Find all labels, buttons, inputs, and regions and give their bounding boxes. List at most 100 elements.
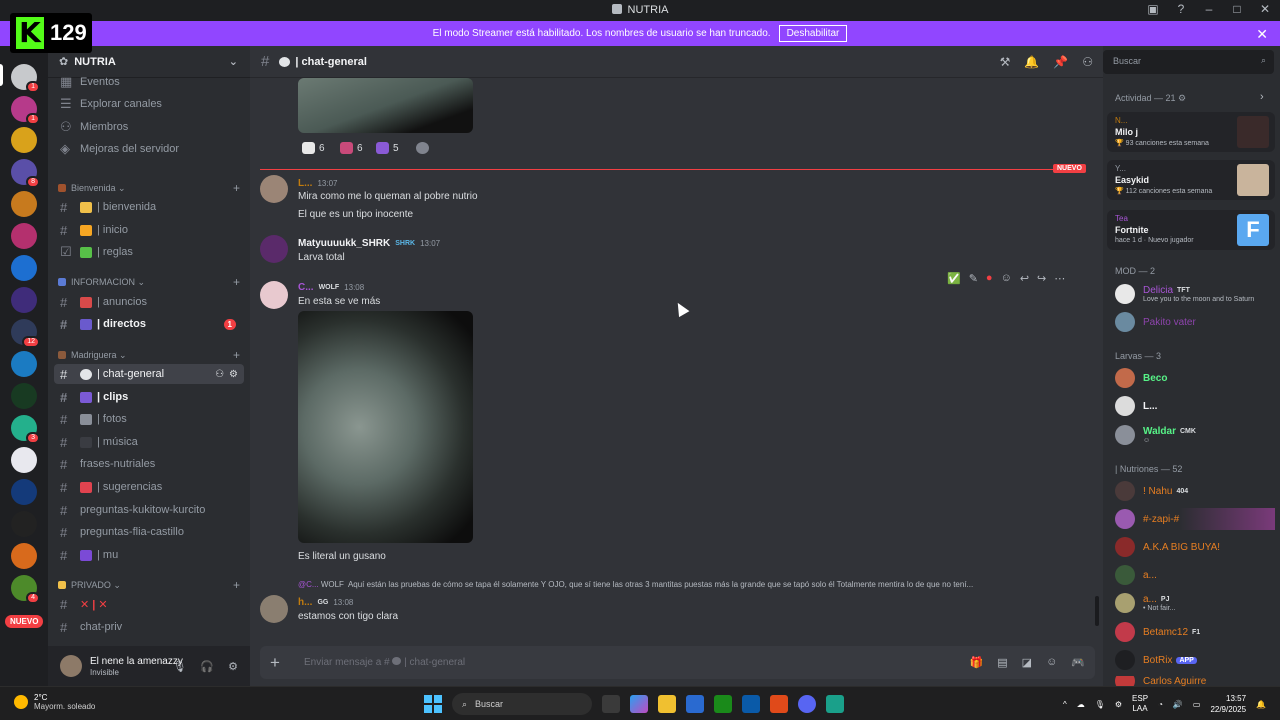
activity-card[interactable]: N... Milo j 🏆 93 canciones esta semana (1107, 112, 1275, 152)
category-bienvenida[interactable]: Bienvenida ⌄ + (58, 180, 242, 196)
message-author[interactable]: Matyuuuukk_SHRK SHRK 13:07 (298, 238, 440, 249)
events-item[interactable]: ▦ Eventos (54, 72, 244, 92)
inbox-icon[interactable]: ▣ (1146, 2, 1160, 16)
server-icon[interactable] (11, 223, 37, 249)
message-image[interactable] (298, 311, 473, 543)
threads-icon[interactable]: ⚒ (1000, 55, 1011, 69)
channel-reglas[interactable]: ☑ | reglas (54, 242, 244, 262)
category-madriguera[interactable]: Madriguera ⌄ + (58, 347, 242, 363)
search-input[interactable]: Buscar ⌕ (1103, 50, 1274, 74)
maximize-button[interactable]: □ (1230, 2, 1244, 16)
channel-mu[interactable]: # | mu (54, 545, 244, 565)
member-item[interactable]: BotRix APP (1115, 649, 1277, 671)
app-icon[interactable] (826, 695, 844, 713)
upload-plus-icon[interactable]: + (270, 653, 290, 673)
server-icon[interactable]: 3 (11, 415, 40, 444)
microphone-icon[interactable]: 🎙 (172, 660, 186, 673)
add-reaction-icon[interactable] (416, 142, 429, 154)
channel-fotos[interactable]: # | fotos (54, 409, 244, 429)
avatar[interactable] (260, 595, 288, 623)
channel-anuncios[interactable]: # | anuncios (54, 292, 244, 312)
chevron-up-icon[interactable]: ^ (1063, 700, 1067, 709)
message-author[interactable]: h... GG 13:08 (298, 597, 353, 608)
channel-chat-general[interactable]: # | chat-general ⚇ ⚙ (54, 364, 244, 384)
channel-sugerencias[interactable]: # | sugerencias (54, 477, 244, 497)
member-item[interactable]: Delicia TFT Love you to the moon and to Sa… (1115, 283, 1277, 305)
add-channel-icon[interactable]: + (233, 578, 240, 592)
pencil-reaction-icon[interactable]: ✎ (969, 272, 978, 285)
server-icon[interactable] (11, 383, 37, 409)
angry-reaction-icon[interactable]: ● (986, 272, 993, 285)
add-channel-icon[interactable]: + (233, 348, 240, 362)
member-item[interactable]: Waldar CMK ☺ (1115, 424, 1277, 446)
message-composer[interactable]: + Enviar mensaje a # | chat-general 🎁 ▤ … (260, 646, 1095, 679)
close-window-button[interactable]: ✕ (1258, 2, 1272, 16)
member-list-icon[interactable]: ⚇ (1082, 55, 1093, 69)
sticker-icon[interactable]: ◪ (1022, 656, 1032, 669)
notification-bell-icon[interactable]: 🔔 (1024, 55, 1039, 69)
clock[interactable]: 13:57 22/9/2025 (1210, 693, 1246, 715)
server-icon[interactable]: 1 (11, 96, 40, 125)
server-icon[interactable] (11, 447, 37, 473)
check-reaction-icon[interactable]: ✅ (947, 272, 961, 285)
server-icon[interactable] (11, 127, 37, 153)
message-list[interactable]: 6 6 5 NUEVO L... 13:07 Mira como me lo qu… (250, 78, 1103, 638)
avatar[interactable] (260, 235, 288, 263)
server-icon-nutria[interactable]: 1 (11, 64, 40, 93)
avatar[interactable] (260, 175, 288, 203)
reaction-3[interactable]: 5 (376, 142, 399, 154)
member-item[interactable]: Betamc12 F1 (1115, 621, 1277, 643)
server-icon[interactable]: 4 (11, 575, 40, 604)
reaction-1[interactable]: 6 (302, 142, 325, 154)
activity-card[interactable]: Y... Easykid 🏆 112 canciones esta semana (1107, 160, 1275, 200)
browse-channels-item[interactable]: ☰ Explorar canales (54, 94, 244, 114)
member-item[interactable]: Carlos Aguirre (1115, 676, 1277, 686)
help-icon[interactable]: ? (1174, 2, 1188, 16)
user-avatar[interactable] (60, 655, 82, 677)
add-reaction-icon[interactable]: ☺ (1001, 272, 1012, 285)
weather-widget[interactable]: 2°C Mayorm. soleado (14, 693, 95, 711)
member-item[interactable]: Beco (1115, 367, 1277, 389)
server-boosts-item[interactable]: ◈ Mejoras del servidor (54, 139, 244, 159)
discord-icon[interactable] (798, 695, 816, 713)
mic-icon[interactable]: 🎙 (1095, 700, 1105, 709)
server-icon[interactable] (11, 191, 37, 217)
store-icon[interactable] (686, 695, 704, 713)
scrollbar-thumb[interactable] (1095, 596, 1099, 626)
task-view-icon[interactable] (602, 695, 620, 713)
member-item[interactable]: A.K.A BIG BUYA! (1115, 536, 1277, 558)
message-image[interactable] (298, 78, 473, 133)
category-informacion[interactable]: INFORMACION ⌄ + (58, 274, 242, 290)
channel-preguntas-kukitow[interactable]: # preguntas-kukitow-kurcito (54, 500, 244, 520)
add-channel-icon[interactable]: + (233, 181, 240, 195)
member-item[interactable]: Pakito vater (1115, 311, 1277, 333)
member-item[interactable]: a... PJ • Not fair... (1115, 592, 1277, 614)
activity-card[interactable]: Tea Fortnite hace 1 d · Nuevo jugador F (1107, 210, 1275, 250)
brave-browser-icon[interactable] (770, 695, 788, 713)
member-item[interactable]: L... (1115, 395, 1277, 417)
server-icon[interactable] (11, 543, 37, 569)
user-settings-icon[interactable]: ⚙ (228, 660, 238, 673)
avatar[interactable] (260, 281, 288, 309)
close-banner-icon[interactable]: ✕ (1256, 26, 1268, 43)
server-icon[interactable] (11, 511, 37, 537)
member-item[interactable]: ! Nahu 404 (1115, 480, 1277, 502)
language-indicator[interactable]: ESP LAA (1132, 694, 1148, 714)
new-server-badge[interactable]: NUEVO (5, 615, 44, 628)
reply-icon[interactable]: ↩ (1020, 272, 1029, 285)
channel-chat-priv[interactable]: # chat-priv (54, 617, 244, 637)
message-author[interactable]: L... 13:07 (298, 178, 337, 189)
minimize-button[interactable]: – (1202, 2, 1216, 16)
channel-bienvenida[interactable]: # | bienvenida (54, 197, 244, 217)
settings-gear-icon[interactable]: ⚙ (229, 369, 238, 380)
server-icon[interactable]: 8 (11, 159, 40, 188)
channel-musica[interactable]: # | música (54, 432, 244, 452)
wifi-icon[interactable]: ◔ (1158, 700, 1163, 709)
server-icon[interactable] (11, 479, 37, 505)
chevron-right-icon[interactable]: › (1260, 91, 1264, 103)
reply-reference[interactable]: @C... WOLF Aquí están las pruebas de cóm… (298, 580, 973, 589)
more-options-icon[interactable]: ⋯ (1054, 272, 1065, 285)
battery-icon[interactable]: ▭ (1193, 700, 1201, 709)
reaction-2[interactable]: 6 (340, 142, 363, 154)
xbox-icon[interactable] (714, 695, 732, 713)
